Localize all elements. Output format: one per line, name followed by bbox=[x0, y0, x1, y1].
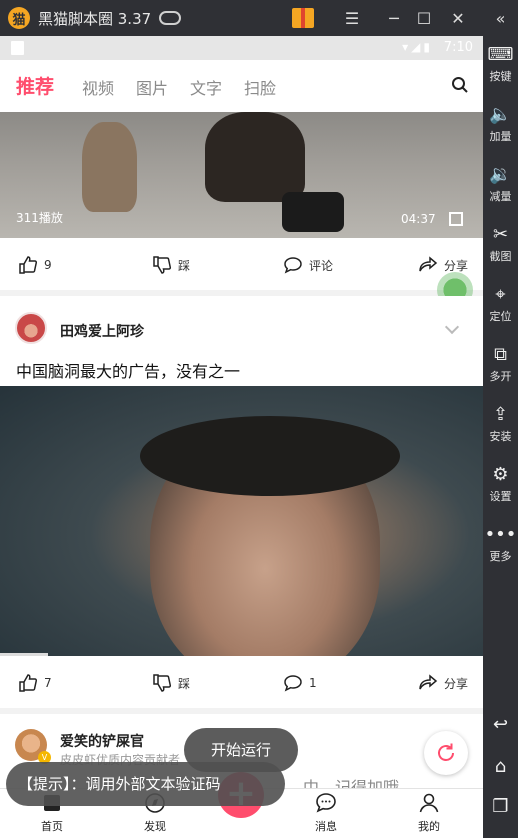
tab-recommend[interactable]: 推荐 bbox=[16, 72, 54, 99]
apk-install-icon: ⇪ bbox=[492, 404, 509, 425]
maximize-icon[interactable]: ☐ bbox=[412, 6, 436, 30]
dislike-button[interactable]: 踩 bbox=[152, 255, 190, 275]
recent-apps-button[interactable]: ❐ bbox=[483, 796, 518, 818]
location-icon: ⌖ bbox=[495, 284, 506, 305]
menu-icon[interactable]: ☰ bbox=[340, 6, 364, 30]
tab-image[interactable]: 图片 bbox=[136, 75, 168, 99]
tab-text[interactable]: 文字 bbox=[190, 75, 222, 99]
sidebar-item-multi-open[interactable]: ⧉ 多开 bbox=[483, 344, 518, 384]
tab-face-scan[interactable]: 扫脸 bbox=[244, 75, 276, 99]
fullscreen-icon[interactable] bbox=[449, 212, 463, 226]
more-icon: ••• bbox=[484, 524, 517, 545]
sidebar-item-settings[interactable]: ⚙ 设置 bbox=[483, 464, 518, 504]
back-button[interactable]: ↩ bbox=[483, 714, 518, 736]
play-count: 311播放 bbox=[16, 211, 63, 225]
video-thumbnail bbox=[82, 122, 137, 212]
user-icon bbox=[419, 793, 439, 813]
comment-button[interactable]: 1 bbox=[283, 673, 317, 693]
category-tab-bar: 推荐 视频 图片 文字 扫脸 bbox=[0, 60, 483, 112]
share-button[interactable]: 分享 bbox=[418, 673, 468, 693]
volume-down-icon: 🔉 bbox=[489, 164, 512, 185]
emulator-sidebar: ⌨ 按键 🔈 加量 🔉 减量 ✂ 截图 ⌖ 定位 ⧉ 多开 ⇪ 安装 ⚙ 设置 … bbox=[483, 36, 518, 838]
refresh-button[interactable] bbox=[424, 731, 468, 775]
thumbs-up-icon bbox=[19, 256, 38, 274]
comment-icon bbox=[284, 257, 302, 274]
nav-messages[interactable]: 消息 bbox=[296, 791, 356, 834]
scissors-icon: ✂ bbox=[492, 224, 509, 245]
app-logo-icon: 猫 bbox=[8, 7, 30, 29]
home-icon: ⌂ bbox=[494, 756, 507, 777]
avatar[interactable] bbox=[15, 312, 47, 344]
nav-mine[interactable]: 我的 bbox=[399, 791, 459, 834]
comment-button[interactable]: 评论 bbox=[283, 255, 333, 275]
video-player-1[interactable]: 311播放 04:37 bbox=[0, 112, 483, 238]
thumbs-up-icon bbox=[19, 674, 38, 692]
sidebar-item-volume-up[interactable]: 🔈 加量 bbox=[483, 104, 518, 144]
sidebar-item-location[interactable]: ⌖ 定位 bbox=[483, 284, 518, 324]
gift-icon[interactable] bbox=[292, 8, 314, 28]
back-icon: ↩ bbox=[492, 714, 509, 735]
volume-up-icon: 🔈 bbox=[489, 104, 512, 125]
comment-icon bbox=[284, 675, 302, 692]
sidebar-item-screenshot[interactable]: ✂ 截图 bbox=[483, 224, 518, 264]
gamepad-icon[interactable] bbox=[159, 11, 182, 25]
post-username[interactable]: 爱笑的铲屎官 bbox=[60, 731, 144, 751]
video-player-2[interactable] bbox=[0, 386, 483, 656]
status-time: 7:10 bbox=[443, 40, 473, 55]
post-actions-1: 9 踩 评论 分享 bbox=[0, 238, 483, 290]
close-icon[interactable]: ✕ bbox=[446, 6, 470, 30]
sidebar-item-install[interactable]: ⇪ 安装 bbox=[483, 404, 518, 444]
minimize-icon[interactable]: ─ bbox=[382, 6, 406, 30]
signal-icons: ▾◢▮ bbox=[402, 40, 433, 54]
gear-icon: ⚙ bbox=[492, 464, 509, 485]
tab-video[interactable]: 视频 bbox=[82, 75, 114, 99]
recent-apps-icon: ❐ bbox=[492, 796, 509, 817]
share-icon bbox=[419, 256, 438, 272]
emulator-title-bar: 猫 黑猫脚本圈 3.37 bbox=[0, 0, 518, 36]
android-status-bar: ▾◢▮ 7:10 bbox=[0, 36, 483, 60]
message-icon bbox=[316, 793, 336, 813]
post-header-1: 田鸡爱上阿珍 中国脑洞最大的广告，没有之一 bbox=[0, 296, 483, 386]
sidebar-item-keys[interactable]: ⌨ 按键 bbox=[483, 44, 518, 84]
chevron-down-icon[interactable] bbox=[444, 319, 460, 335]
thumbs-down-icon bbox=[153, 256, 172, 274]
refresh-icon bbox=[438, 743, 454, 761]
search-icon[interactable] bbox=[451, 76, 469, 94]
phone-screen: ▾◢▮ 7:10 推荐 视频 图片 文字 扫脸 311播放 04:37 9 踩 bbox=[0, 36, 483, 838]
home-button[interactable]: ⌂ bbox=[483, 756, 518, 778]
keyboard-icon: ⌨ bbox=[487, 44, 514, 65]
sidebar-item-volume-down[interactable]: 🔉 减量 bbox=[483, 164, 518, 204]
multi-open-icon: ⧉ bbox=[494, 344, 507, 365]
tip-toast: 【提示】：调用外部文本验证码 bbox=[6, 762, 285, 806]
post-username[interactable]: 田鸡爱上阿珍 bbox=[60, 321, 144, 341]
video-duration: 04:37 bbox=[401, 212, 436, 226]
thumbs-down-icon bbox=[153, 674, 172, 692]
share-icon bbox=[419, 674, 438, 690]
post-caption[interactable]: 中国脑洞最大的广告，没有之一 bbox=[16, 358, 240, 382]
like-button[interactable]: 7 bbox=[18, 673, 52, 693]
like-button[interactable]: 9 bbox=[18, 255, 52, 275]
sidebar-item-more[interactable]: ••• 更多 bbox=[483, 524, 518, 564]
collapse-sidebar-icon[interactable]: « bbox=[483, 0, 518, 36]
emulator-title: 黑猫脚本圈 3.37 bbox=[38, 9, 152, 28]
dislike-button[interactable]: 踩 bbox=[152, 673, 190, 693]
notification-icon bbox=[11, 41, 24, 55]
post-actions-2: 7 踩 1 分享 bbox=[0, 656, 483, 708]
